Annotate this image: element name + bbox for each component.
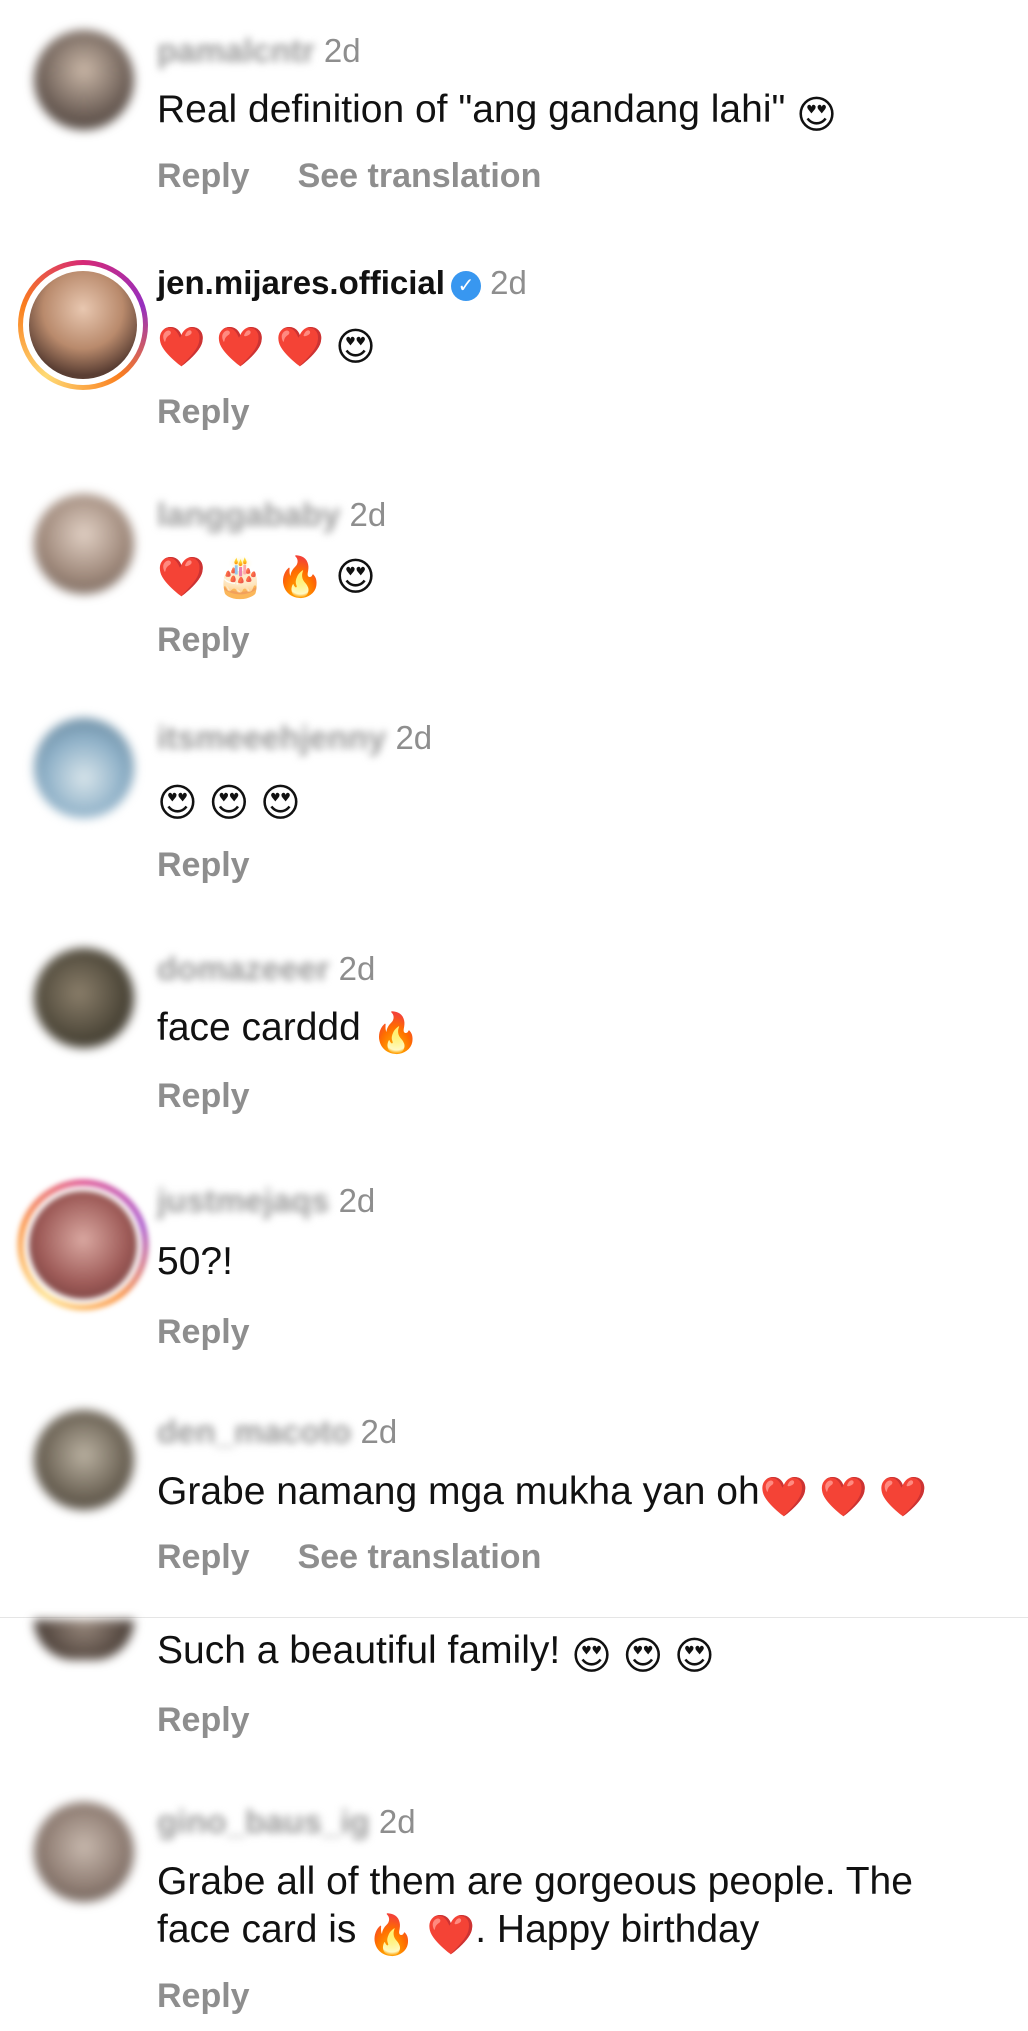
- reply-button[interactable]: Reply: [157, 1077, 250, 1115]
- timestamp: 2d: [349, 496, 387, 533]
- reply-button[interactable]: Reply: [157, 846, 250, 884]
- comment-actions: Reply: [157, 621, 250, 660]
- timestamp: 2d: [490, 264, 527, 301]
- verified-badge-icon: ✓: [450, 271, 481, 301]
- fire-emoji: 🔥: [371, 1012, 421, 1055]
- comment-meta: gino_baus_ig 2d: [157, 1803, 416, 1841]
- comment-body: Real definition of "ang gandang lahi": [157, 88, 786, 131]
- username[interactable]: langgababy: [157, 496, 340, 534]
- reply-button[interactable]: Reply: [157, 1977, 250, 2015]
- timestamp: 2d: [338, 1182, 376, 1219]
- comment-actions: Reply: [157, 1077, 250, 1116]
- comment-actions: Reply: [157, 393, 250, 432]
- comment-meta: langgababy 2d: [157, 496, 386, 534]
- user-avatar[interactable]: [34, 494, 134, 594]
- comment-body: face carddd: [157, 1006, 361, 1049]
- timestamp: 2d: [378, 1803, 416, 1840]
- emoji-sequence: ❤️ 🎂 🔥 😍: [157, 556, 376, 599]
- user-avatar[interactable]: [34, 30, 134, 130]
- comment-meta: justmejaqs 2d: [157, 1182, 375, 1220]
- heart-eyes-emoji: 😍 😍 😍: [157, 782, 301, 825]
- hearts-emoji: ❤️ ❤️ ❤️ 😍: [157, 326, 376, 369]
- comment-meta: domazeeer 2d: [157, 950, 375, 988]
- heart-eyes-emoji: 😍: [796, 94, 837, 137]
- scroll-divider: [0, 1617, 1028, 1618]
- comment-body-line-1: Grabe all of them are gorgeous people. T…: [157, 1860, 913, 1903]
- username[interactable]: itsmeeehjenny: [157, 719, 386, 757]
- comment-text: Grabe all of them are gorgeous people. T…: [157, 1858, 1007, 1960]
- timestamp: 2d: [338, 950, 376, 987]
- reply-button[interactable]: Reply: [157, 1538, 250, 1576]
- story-ring[interactable]: [18, 260, 148, 390]
- story-ring[interactable]: [18, 1180, 148, 1310]
- comment-meta: pamalcntr 2d: [157, 32, 361, 70]
- comment-body-fragment: . Happy birthday: [475, 1908, 760, 1951]
- heart-eyes-emoji: 😍 😍 😍: [571, 1635, 715, 1678]
- timestamp: 2d: [323, 32, 361, 69]
- comment-text: ❤️ ❤️ ❤️ 😍: [157, 318, 1007, 372]
- user-avatar[interactable]: [29, 271, 137, 379]
- user-avatar[interactable]: [34, 1620, 134, 1660]
- comment-meta: den_macoto 2d: [157, 1413, 397, 1451]
- comment-body-line-2: face card is 🔥 ❤️. Happy birthday: [157, 1906, 1007, 1960]
- username[interactable]: gino_baus_ig: [157, 1803, 370, 1841]
- user-avatar[interactable]: [34, 718, 134, 818]
- comment-body-fragment: face card is: [157, 1908, 357, 1951]
- comment-text: ❤️ 🎂 🔥 😍: [157, 548, 1007, 602]
- reply-button[interactable]: Reply: [157, 1701, 250, 1739]
- timestamp: 2d: [360, 1413, 398, 1450]
- username[interactable]: jen.mijares.official: [157, 264, 445, 302]
- fire-heart-emoji: 🔥 ❤️: [367, 1914, 476, 1957]
- see-translation-button[interactable]: See translation: [298, 157, 542, 195]
- comment-text: face carddd 🔥: [157, 1004, 1007, 1058]
- user-avatar[interactable]: [34, 1802, 134, 1902]
- reply-button[interactable]: Reply: [157, 1313, 250, 1351]
- reply-button[interactable]: Reply: [157, 621, 250, 659]
- comment-meta: jen.mijares.official ✓ 2d: [157, 264, 527, 302]
- comment-text: 50?!: [157, 1238, 1007, 1286]
- comment-body: 50?!: [157, 1240, 233, 1283]
- comment-actions: Reply: [157, 1701, 250, 1740]
- username[interactable]: justmejaqs: [157, 1182, 329, 1220]
- comment-body: Grabe namang mga mukha yan oh: [157, 1470, 760, 1513]
- user-avatar[interactable]: [34, 1410, 134, 1510]
- username[interactable]: den_macoto: [157, 1413, 351, 1451]
- username[interactable]: pamalcntr: [157, 32, 315, 70]
- comment-actions: Reply See translation: [157, 157, 541, 196]
- comment-actions: Reply See translation: [157, 1538, 541, 1577]
- hearts-emoji: ❤️ ❤️ ❤️: [759, 1476, 928, 1519]
- username[interactable]: domazeeer: [157, 950, 329, 988]
- see-translation-button[interactable]: See translation: [298, 1538, 542, 1576]
- comment-actions: Reply: [157, 846, 250, 885]
- reply-button[interactable]: Reply: [157, 157, 250, 195]
- timestamp: 2d: [395, 719, 433, 756]
- user-avatar[interactable]: [34, 948, 134, 1048]
- user-avatar[interactable]: [29, 1191, 137, 1299]
- comment-actions: Reply: [157, 1977, 250, 2016]
- comment-meta: itsmeeehjenny 2d: [157, 719, 432, 757]
- comment-text: Real definition of "ang gandang lahi" 😍: [157, 86, 1007, 140]
- comment-text: Grabe namang mga mukha yan oh❤️ ❤️ ❤️: [157, 1468, 1007, 1522]
- comment-text: 😍 😍 😍: [157, 774, 1007, 828]
- reply-button[interactable]: Reply: [157, 393, 250, 431]
- comment-text: Such a beautiful family! 😍 😍 😍: [157, 1627, 1007, 1681]
- comment-actions: Reply: [157, 1313, 250, 1352]
- comment-body: Such a beautiful family!: [157, 1629, 561, 1672]
